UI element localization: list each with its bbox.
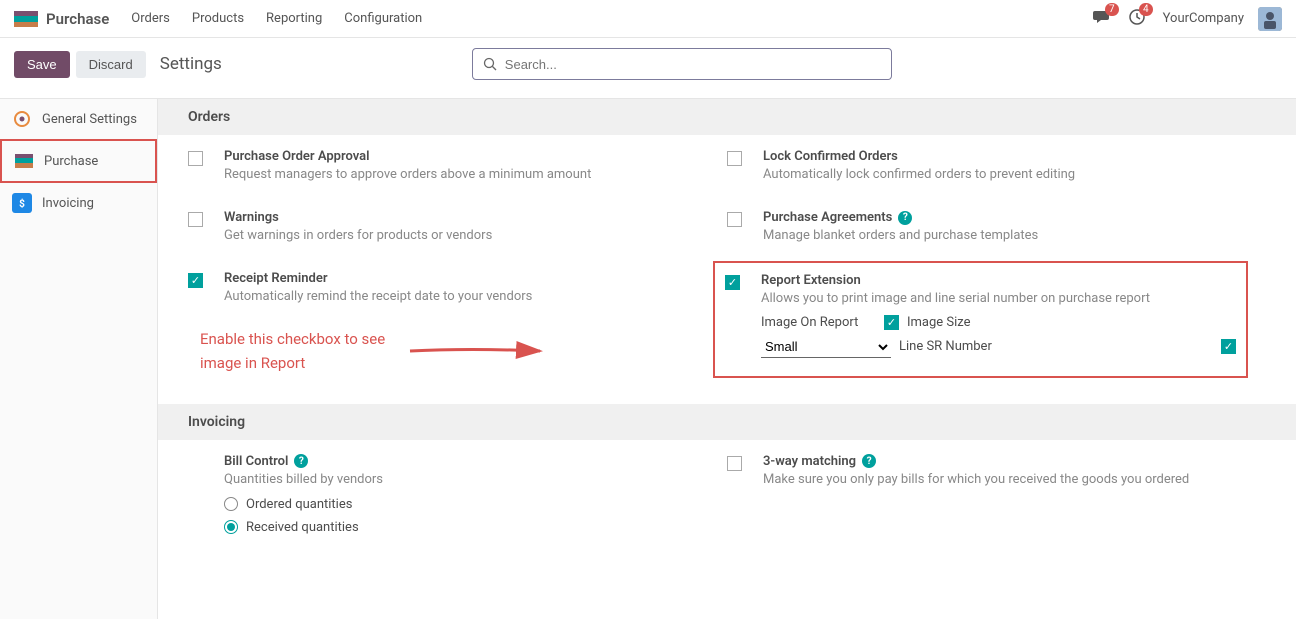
agreements-checkbox[interactable] [727,212,742,227]
radio-ordered[interactable]: Ordered quantities [224,497,699,512]
highlighted-setting: Report Extension Allows you to print ima… [713,261,1248,377]
app-logo [14,11,38,27]
arrow-icon [400,336,699,366]
bill-control-title: Bill Control ? [224,454,699,469]
setting-lock-confirmed: Lock Confirmed Orders Automatically lock… [727,149,1238,184]
sidebar-item-purchase[interactable]: Purchase [0,139,157,183]
annotation: Enable this checkbox to see image in Rep… [200,327,699,375]
svg-text:$: $ [19,197,25,209]
setting-po-approval: Purchase Order Approval Request managers… [188,149,699,184]
image-size-checkbox[interactable] [884,315,899,330]
setting-receipt-reminder: Receipt Reminder Automatically remind th… [188,271,699,306]
sidebar-item-label: Purchase [44,154,98,169]
controlbar: Save Discard Settings [0,38,1296,98]
app-title[interactable]: Purchase [46,10,109,28]
receipt-reminder-checkbox[interactable] [188,273,203,288]
lock-confirmed-checkbox[interactable] [727,151,742,166]
warnings-title: Warnings [224,210,699,225]
warnings-checkbox[interactable] [188,212,203,227]
agreements-desc: Manage blanket orders and purchase templ… [763,227,1238,245]
warnings-desc: Get warnings in orders for products or v… [224,227,699,245]
section-invoicing-header: Invoicing [158,404,1296,440]
nav-orders[interactable]: Orders [131,11,170,26]
purchase-icon [14,151,34,171]
search-input[interactable] [505,57,881,72]
search-icon [483,57,497,71]
setting-agreements: Purchase Agreements ? Manage blanket ord… [727,210,1238,245]
image-on-report-label: Image On Report [761,315,876,330]
settings-content: Orders Purchase Order Approval Request m… [158,99,1296,619]
receipt-reminder-title: Receipt Reminder [224,271,699,286]
chat-icon[interactable]: 7 [1093,9,1111,29]
line-sr-checkbox[interactable] [1221,339,1236,354]
company-name[interactable]: YourCompany [1163,11,1244,26]
po-approval-desc: Request managers to approve orders above… [224,166,699,184]
discard-button[interactable]: Discard [76,51,146,78]
sidebar-item-invoicing[interactable]: $ Invoicing [0,183,157,223]
line-sr-label: Line SR Number [899,339,992,354]
activity-icon[interactable]: 4 [1129,9,1145,29]
nav-reporting[interactable]: Reporting [266,11,322,26]
activity-badge: 4 [1139,3,1153,16]
nav-configuration[interactable]: Configuration [344,11,422,26]
sidebar-item-label: Invoicing [42,196,94,211]
lock-confirmed-title: Lock Confirmed Orders [763,149,1238,164]
invoicing-icon: $ [12,193,32,213]
report-extension-desc: Allows you to print image and line seria… [761,290,1236,308]
setting-report-extension: Report Extension Allows you to print ima… [725,273,1236,357]
agreements-title: Purchase Agreements ? [763,210,1238,225]
setting-warnings: Warnings Get warnings in orders for prod… [188,210,699,245]
chat-badge: 7 [1105,3,1119,16]
report-extension-title: Report Extension [761,273,1236,288]
annotation-text: Enable this checkbox to see image in Rep… [200,327,400,375]
radio-dot [224,497,238,511]
po-approval-title: Purchase Order Approval [224,149,699,164]
nav-products[interactable]: Products [192,11,244,26]
help-icon[interactable]: ? [862,454,876,468]
three-way-desc: Make sure you only pay bills for which y… [763,471,1238,489]
help-icon[interactable]: ? [294,454,308,468]
radio-received[interactable]: Received quantities [224,520,699,535]
radio-dot [224,520,238,534]
sidebar-item-label: General Settings [42,112,137,127]
receipt-reminder-desc: Automatically remind the receipt date to… [224,288,699,306]
help-icon[interactable]: ? [898,211,912,225]
save-button[interactable]: Save [14,51,70,78]
three-way-checkbox[interactable] [727,456,742,471]
radio-ordered-label: Ordered quantities [246,497,352,512]
image-size-label: Image Size [907,315,971,330]
three-way-title: 3-way matching ? [763,454,1238,469]
bill-control-desc: Quantities billed by vendors [224,471,699,489]
user-avatar[interactable] [1258,7,1282,31]
report-extension-checkbox[interactable] [725,275,740,290]
radio-received-label: Received quantities [246,520,359,535]
search-box[interactable] [472,48,892,80]
setting-three-way: 3-way matching ? Make sure you only pay … [727,454,1238,489]
gear-icon [12,109,32,129]
settings-sidebar: General Settings Purchase $ Invoicing [0,99,158,619]
lock-confirmed-desc: Automatically lock confirmed orders to p… [763,166,1238,184]
po-approval-checkbox[interactable] [188,151,203,166]
image-size-select[interactable]: Small [761,336,891,358]
setting-bill-control: Bill Control ? Quantities billed by vend… [188,454,699,535]
page-title: Settings [160,54,222,74]
section-orders-header: Orders [158,99,1296,135]
sidebar-item-general[interactable]: General Settings [0,99,157,139]
topbar: Purchase Orders Products Reporting Confi… [0,0,1296,38]
